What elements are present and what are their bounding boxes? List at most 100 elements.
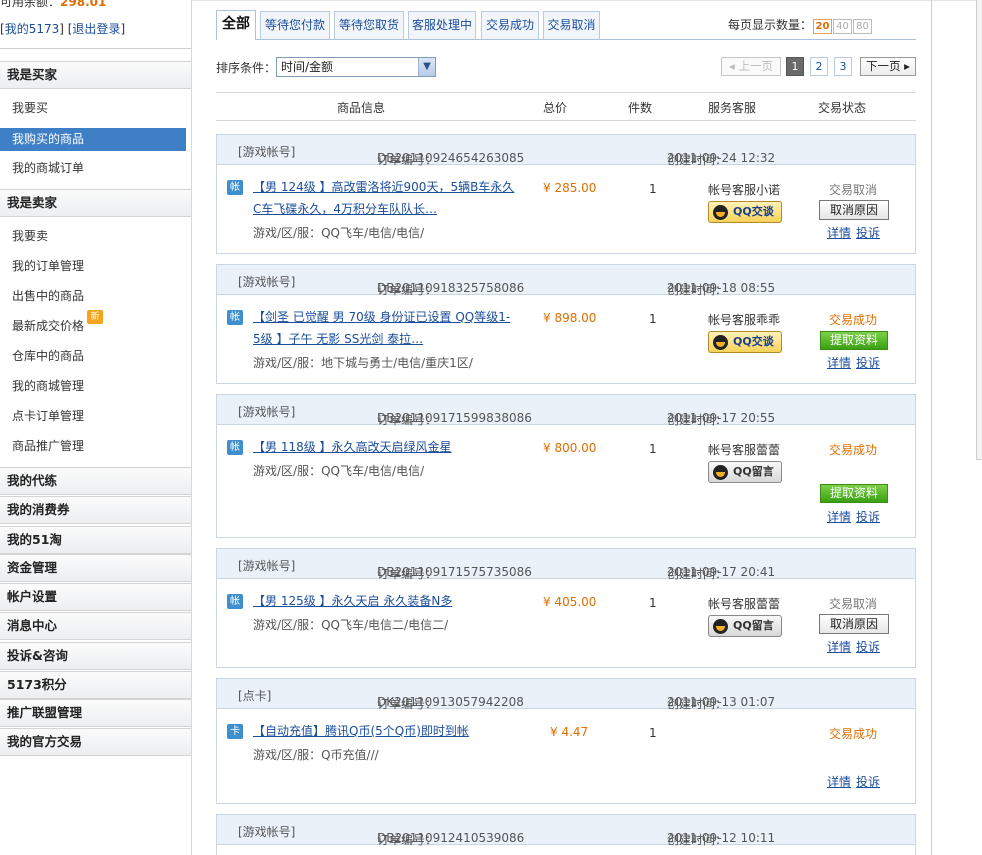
- sidebar-item-order-manage[interactable]: 我的订单管理: [0, 255, 186, 278]
- order-links: 详情 投诉: [827, 224, 885, 241]
- per-page-80[interactable]: 80: [853, 19, 873, 34]
- scrollbar[interactable]: [976, 0, 982, 460]
- order-title-link[interactable]: 【男 124级 】高改雷洛将近900天，5辆B车永久 C车飞碟永久，4万积分车队队…: [253, 176, 528, 220]
- complain-link[interactable]: 投诉: [856, 640, 880, 654]
- order-links: 详情 投诉: [827, 638, 885, 655]
- order-title-link[interactable]: 【男 125级 】永久天启 永久装备N多: [253, 590, 528, 612]
- col-service: 服务客服: [708, 101, 757, 115]
- prev-page-button[interactable]: ◂ 上一页: [721, 57, 781, 76]
- sidebar-group-official[interactable]: 我的官方交易: [0, 728, 191, 756]
- order-type: [游戏帐号]: [238, 275, 296, 289]
- detail-link[interactable]: 详情: [827, 510, 851, 524]
- sidebar-item-mall-manage[interactable]: 我的商城管理: [0, 375, 186, 398]
- order-no: DB20110924654263085: [377, 151, 525, 165]
- order-no: DB20110912410539086: [377, 831, 525, 845]
- sidebar-item-promotion[interactable]: 商品推广管理: [0, 435, 186, 458]
- price: ¥ 285.00: [543, 181, 597, 195]
- title-line: 【剑圣 已觉醒 男 70级 身份证已设置 QQ等级1-: [253, 310, 511, 324]
- account-icon: 帐: [227, 594, 243, 609]
- qq-chat-button[interactable]: QQ交谈: [708, 201, 782, 223]
- order-title-link[interactable]: 【自动充值】腾讯Q币(5个Q币)即时到帐: [253, 720, 528, 742]
- tab-awaiting-payment[interactable]: 等待您付款: [260, 11, 330, 39]
- chevron-down-icon: ▼: [418, 58, 435, 76]
- qq-message-button[interactable]: QQ留言: [708, 615, 782, 637]
- detail-link[interactable]: 详情: [827, 226, 851, 240]
- region-label: 游戏/区/服：: [253, 618, 322, 632]
- my-5173-link[interactable]: 我的5173: [5, 22, 60, 36]
- sidebar-item-sell[interactable]: 我要卖: [0, 225, 186, 248]
- sidebar-item-buy[interactable]: 我要买: [0, 97, 186, 120]
- qq-chat-button[interactable]: QQ交谈: [708, 331, 782, 353]
- sidebar-group-coupons[interactable]: 我的消费券: [0, 496, 191, 524]
- balance-value: 298.01: [60, 0, 107, 9]
- created-time: 2011-09-12 10:11: [667, 831, 776, 845]
- sidebar-group-affiliate[interactable]: 推广联盟管理: [0, 699, 191, 727]
- order-header: [点卡] 订单编号： DK20110913057942208 创建时间： 2011-…: [217, 679, 915, 711]
- sidebar-item-card-orders[interactable]: 点卡订单管理: [0, 405, 186, 428]
- sidebar-group-complaints[interactable]: 投诉&咨询: [0, 642, 191, 670]
- complain-link[interactable]: 投诉: [856, 775, 880, 789]
- sidebar-item-latest-prices[interactable]: 最新成交价格新: [0, 310, 186, 338]
- sidebar-group-points[interactable]: 5173积分: [0, 671, 191, 699]
- detail-link[interactable]: 详情: [827, 356, 851, 370]
- col-status: 交易状态: [818, 101, 867, 115]
- divider: [931, 0, 932, 855]
- status-text: 交易成功: [829, 313, 878, 327]
- page-1[interactable]: 1: [786, 57, 804, 76]
- sort-label: 排序条件：: [216, 61, 277, 75]
- price: ¥ 405.00: [543, 595, 597, 609]
- fetch-info-button[interactable]: 提取资料: [820, 484, 888, 503]
- sidebar-item-mall-orders[interactable]: 我的商城订单: [0, 157, 186, 180]
- per-page: 每页显示数量： 20 40 80: [728, 16, 873, 34]
- tab-cancelled[interactable]: 交易取消: [543, 11, 600, 39]
- detail-link[interactable]: 详情: [827, 640, 851, 654]
- region-value: 地下城与勇士/电信/重庆1区/: [321, 356, 473, 370]
- per-page-20[interactable]: 20: [813, 19, 833, 34]
- order-title-link[interactable]: 【男 118级 】永久高改天启绿风金星: [253, 436, 528, 458]
- region: 游戏/区/服：QQ飞车/电信/电信/: [253, 224, 424, 241]
- per-page-40[interactable]: 40: [833, 19, 853, 34]
- qq-message-button[interactable]: QQ留言: [708, 461, 782, 483]
- region-value: QQ飞车/电信/电信/: [321, 464, 425, 478]
- qq-icon: [713, 619, 728, 634]
- sidebar-group-account[interactable]: 帐户设置: [0, 583, 191, 611]
- tab-service-processing[interactable]: 客服处理中: [408, 11, 476, 39]
- sidebar-group-funds[interactable]: 资金管理: [0, 554, 191, 582]
- tab-awaiting-pickup[interactable]: 等待您取货: [334, 11, 404, 39]
- order-title-link[interactable]: 【剑圣 已觉醒 男 70级 身份证已设置 QQ等级1- 5级 】子午 无影 SS光…: [253, 306, 528, 350]
- fetch-info-button[interactable]: 提取资料: [820, 331, 888, 350]
- tab-success[interactable]: 交易成功: [481, 11, 539, 39]
- complain-link[interactable]: 投诉: [856, 226, 880, 240]
- sidebar-item-purchased[interactable]: 我购买的商品: [0, 128, 186, 151]
- next-page-button[interactable]: 下一页 ▸: [860, 57, 916, 76]
- cancel-reason-button[interactable]: 取消原因: [819, 614, 889, 634]
- tab-all[interactable]: 全部: [216, 10, 256, 40]
- service-agent: 帐号客服小诺: [708, 183, 781, 197]
- page-3[interactable]: 3: [834, 57, 852, 76]
- sort-select[interactable]: 时间/金额 ▼: [276, 57, 436, 77]
- cancel-reason-button[interactable]: 取消原因: [819, 200, 889, 220]
- complain-link[interactable]: 投诉: [856, 510, 880, 524]
- sidebar-group-messages[interactable]: 消息中心: [0, 612, 191, 640]
- per-page-label: 每页显示数量：: [728, 18, 813, 32]
- seller-section-title[interactable]: 我是卖家: [0, 189, 191, 217]
- order-card: [游戏帐号] 订单编号： DB201109171575735086 创建时间： 20…: [216, 548, 916, 668]
- account-icon: 帐: [227, 310, 243, 325]
- buyer-section-title[interactable]: 我是买家: [0, 61, 191, 89]
- order-header: [游戏帐号] 订单编号： DB20110918325758086 创建时间： 201…: [217, 265, 915, 297]
- qq-icon: [713, 205, 728, 220]
- sidebar-group-51tao[interactable]: 我的51淘: [0, 526, 191, 554]
- sidebar-item-on-sale[interactable]: 出售中的商品: [0, 285, 186, 308]
- balance-label: 可用余额：: [0, 0, 61, 9]
- status-text: 交易成功: [829, 443, 878, 457]
- complain-link[interactable]: 投诉: [856, 356, 880, 370]
- order-no: DK20110913057942208: [377, 695, 524, 709]
- page-2[interactable]: 2: [810, 57, 828, 76]
- quantity: 1: [649, 312, 657, 326]
- logout-link[interactable]: 退出登录: [72, 22, 120, 36]
- order-header: [游戏帐号] 订单编号： DB20110912410539086 创建时间： 201…: [217, 815, 915, 847]
- sidebar-item-warehouse[interactable]: 仓库中的商品: [0, 345, 186, 368]
- sidebar-group-daili[interactable]: 我的代练: [0, 467, 191, 495]
- user-links: [我的5173] [退出登录]: [0, 22, 126, 36]
- detail-link[interactable]: 详情: [827, 775, 851, 789]
